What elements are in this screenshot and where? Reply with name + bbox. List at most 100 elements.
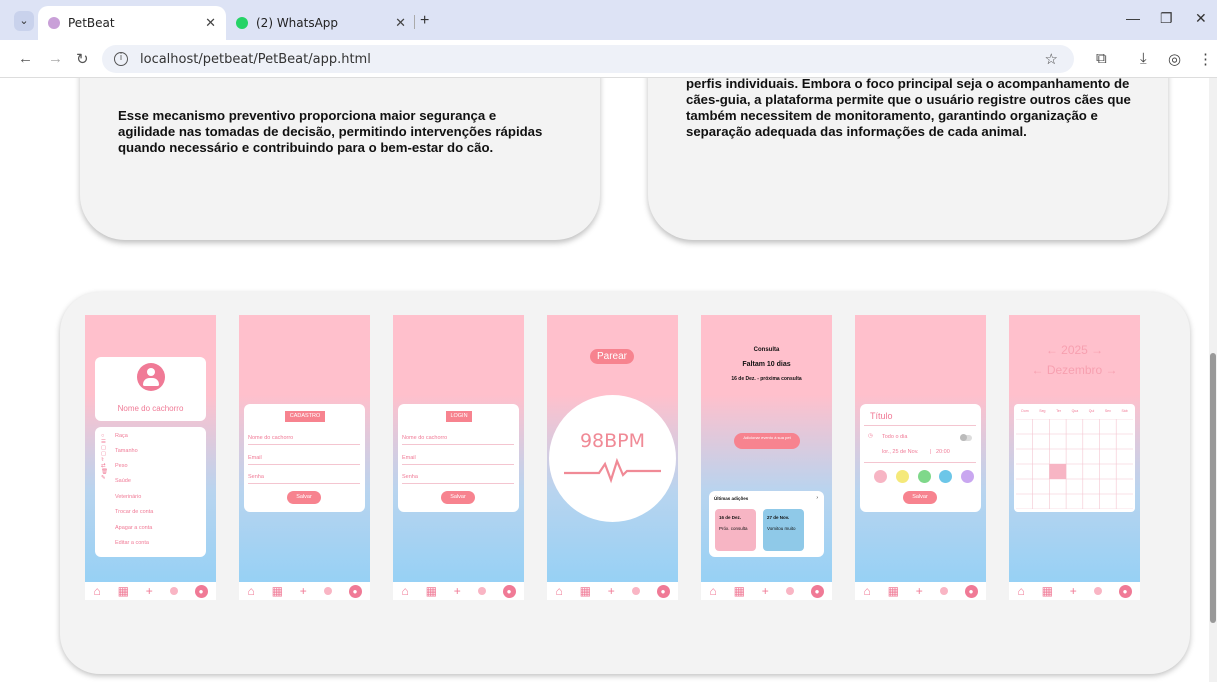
screen-register: CADASTRO Nome do cachorro Email Senha Sa… <box>239 315 370 600</box>
avatar-icon <box>137 363 165 391</box>
menu-item-veterinario[interactable]: Veterinário <box>115 494 141 500</box>
back-icon[interactable]: ← <box>18 50 33 67</box>
menu-icon[interactable]: ⋮ <box>1198 50 1213 68</box>
url-field[interactable]: i localhost/petbeat/PetBeat/app.html ☆ <box>102 45 1074 73</box>
next-appointment: 16 de Dez. - próxima consulta <box>731 376 802 382</box>
clock-icon: ◷ <box>868 433 873 439</box>
profile-nav-icon[interactable]: ● <box>810 584 824 598</box>
info-card-right: perfis individuais. Embora o foco princi… <box>648 78 1168 240</box>
heart-dot-icon[interactable] <box>785 587 794 595</box>
tab-petbeat[interactable]: PetBeat ✕ <box>38 6 226 40</box>
color-swatch[interactable] <box>874 470 887 483</box>
new-tab-icon[interactable]: + <box>420 12 429 30</box>
tab-search-button[interactable]: ⌄ <box>14 11 34 31</box>
color-swatch[interactable] <box>895 470 909 483</box>
close-window-icon[interactable]: ✕ <box>1195 10 1207 27</box>
calendar-icon[interactable]: ▦ <box>272 584 283 598</box>
add-icon[interactable]: + <box>916 584 923 598</box>
month-selector[interactable]: ← Dezembro → <box>1009 363 1140 377</box>
add-event-button[interactable]: Adicionar evento à sua pet <box>734 433 800 449</box>
forward-icon[interactable]: → <box>48 50 63 67</box>
home-icon[interactable]: ⌂ <box>401 584 408 598</box>
screen-login: LOGIN Nome do cachorro Email Senha Salva… <box>393 315 524 600</box>
home-icon[interactable]: ⌂ <box>863 584 870 598</box>
heart-dot-icon[interactable] <box>477 587 486 595</box>
weekday-label: Dom <box>1021 409 1029 413</box>
calendar-icon[interactable]: ▦ <box>888 584 899 598</box>
add-icon[interactable]: + <box>1070 584 1077 598</box>
calendar-icon[interactable]: ▦ <box>580 584 591 598</box>
profile-icon[interactable]: ◎ <box>1168 50 1181 68</box>
calendar-icon[interactable]: ▦ <box>118 584 129 598</box>
bookmark-star-icon[interactable]: ☆ <box>1045 50 1058 68</box>
home-icon[interactable]: ⌂ <box>709 584 716 598</box>
recent-item[interactable]: 16 de Dez. Próx. consulta <box>715 509 756 551</box>
extensions-icon[interactable]: ⧉ <box>1096 50 1107 67</box>
profile-nav-icon[interactable]: ● <box>502 584 516 598</box>
screen-calendar: ← 2025 → ← Dezembro → Dom Seg Ter Qua Qui Sex… <box>1009 315 1140 600</box>
calendar-icon[interactable]: ▦ <box>426 584 437 598</box>
event-date[interactable]: lor., 25 de Nov. <box>882 449 919 455</box>
add-icon[interactable]: + <box>608 584 615 598</box>
tab-separator <box>414 15 415 29</box>
save-button[interactable]: Salvar <box>903 491 937 504</box>
profile-nav-icon[interactable]: ● <box>194 584 208 598</box>
menu-item-trocar-conta[interactable]: Trocar de conta <box>115 509 153 515</box>
scrollbar[interactable] <box>1209 78 1217 682</box>
title-field[interactable]: Título <box>870 411 893 421</box>
add-icon[interactable]: + <box>300 584 307 598</box>
add-icon[interactable]: + <box>454 584 461 598</box>
restore-icon[interactable]: ❐ <box>1160 10 1173 27</box>
email-field[interactable]: Email <box>248 455 262 461</box>
close-tab-icon[interactable]: ✕ <box>205 16 216 31</box>
heart-dot-icon[interactable] <box>939 587 948 595</box>
add-icon[interactable]: + <box>146 584 153 598</box>
profile-menu: Raça Tamanho Peso Saúde Veterinário Troc… <box>95 427 206 557</box>
email-field[interactable]: Email <box>402 455 416 461</box>
heart-dot-icon[interactable] <box>1093 587 1102 595</box>
save-button[interactable]: Salvar <box>441 491 475 504</box>
calendar-icon[interactable]: ▦ <box>1042 584 1053 598</box>
color-swatch[interactable] <box>917 470 931 483</box>
site-info-icon[interactable]: i <box>114 52 128 66</box>
profile-nav-icon[interactable]: ● <box>964 584 978 598</box>
close-tab-icon[interactable]: ✕ <box>395 16 406 31</box>
minimize-icon[interactable]: — <box>1126 10 1140 26</box>
heart-dot-icon[interactable] <box>169 587 178 595</box>
profile-nav-icon[interactable]: ● <box>656 584 670 598</box>
dog-name: Nome do cachorro <box>117 404 184 413</box>
event-time[interactable]: 20:00 <box>936 449 950 455</box>
dog-name-field[interactable]: Nome do cachorro <box>402 435 447 441</box>
home-icon[interactable]: ⌂ <box>555 584 562 598</box>
color-swatch[interactable] <box>939 470 953 483</box>
dog-name-field[interactable]: Nome do cachorro <box>248 435 293 441</box>
add-icon[interactable]: + <box>762 584 769 598</box>
profile-nav-icon[interactable]: ● <box>1118 584 1132 598</box>
color-swatch[interactable] <box>961 470 974 483</box>
menu-item-saude[interactable]: Saúde <box>115 478 131 484</box>
home-icon[interactable]: ⌂ <box>93 584 100 598</box>
heart-dot-icon[interactable] <box>323 587 332 595</box>
reload-icon[interactable]: ↻ <box>76 50 89 68</box>
calendar-icon[interactable]: ▦ <box>734 584 745 598</box>
password-field[interactable]: Senha <box>248 474 264 480</box>
heart-dot-icon[interactable] <box>631 587 640 595</box>
scrollbar-thumb[interactable] <box>1210 353 1216 623</box>
pair-button[interactable]: Parear <box>590 349 634 364</box>
password-field[interactable]: Senha <box>402 474 418 480</box>
home-icon[interactable]: ⌂ <box>247 584 254 598</box>
menu-item-peso[interactable]: Peso <box>115 463 128 469</box>
menu-item-editar-conta[interactable]: Editar a conta <box>115 540 149 546</box>
menu-item-apagar-conta[interactable]: Apagar a conta <box>115 525 152 531</box>
menu-item-raca[interactable]: Raça <box>115 433 128 439</box>
all-day-toggle[interactable] <box>960 434 972 441</box>
profile-nav-icon[interactable]: ● <box>348 584 362 598</box>
recent-item[interactable]: 27 de Nov. Vomitou muito <box>763 509 804 551</box>
home-icon[interactable]: ⌂ <box>1017 584 1024 598</box>
tab-whatsapp[interactable]: (2) WhatsApp ✕ <box>226 6 416 40</box>
arrow-right-icon[interactable]: › <box>816 495 818 501</box>
save-button[interactable]: Salvar <box>287 491 321 504</box>
menu-item-tamanho[interactable]: Tamanho <box>115 448 138 454</box>
download-icon[interactable]: ⤓ <box>1140 50 1147 67</box>
year-selector[interactable]: ← 2025 → <box>1009 343 1140 357</box>
